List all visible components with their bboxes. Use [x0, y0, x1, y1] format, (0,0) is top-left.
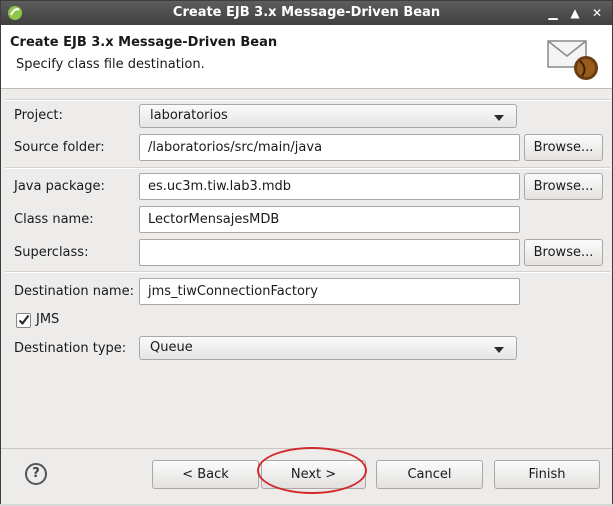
checkmark-icon: [18, 314, 30, 326]
chevron-down-icon: [494, 115, 504, 121]
title-bar[interactable]: Create EJB 3.x Message-Driven Bean ▁ ▲ ✕: [1, 1, 612, 25]
class-name-input[interactable]: LectorMensajesMDB: [139, 206, 520, 233]
project-label: Project:: [14, 108, 63, 123]
wizard-subtitle: Specify class file destination.: [16, 57, 205, 72]
jms-checkbox[interactable]: [16, 313, 31, 328]
project-value: laboratorios: [150, 108, 228, 123]
cancel-button[interactable]: Cancel: [376, 460, 483, 489]
source-folder-input[interactable]: /laboratorios/src/main/java: [139, 134, 520, 161]
java-package-browse-button[interactable]: Browse...: [524, 173, 603, 200]
source-folder-browse-button[interactable]: Browse...: [524, 134, 603, 161]
superclass-browse-button[interactable]: Browse...: [524, 239, 603, 266]
window-title: Create EJB 3.x Message-Driven Bean: [172, 5, 441, 20]
separator: [5, 167, 610, 169]
next-highlight-circle: [257, 447, 367, 494]
source-folder-label: Source folder:: [14, 140, 105, 155]
dialog-window: Create EJB 3.x Message-Driven Bean ▁ ▲ ✕…: [0, 0, 613, 506]
java-package-input[interactable]: es.uc3m.tiw.lab3.mdb: [139, 173, 520, 200]
superclass-label: Superclass:: [14, 245, 89, 260]
destination-type-value: Queue: [150, 340, 193, 355]
message-bean-icon: [547, 40, 598, 80]
destination-type-combo[interactable]: Queue: [139, 336, 517, 360]
destination-name-label: Destination name:: [14, 284, 134, 299]
java-package-label: Java package:: [14, 179, 105, 194]
jms-label[interactable]: JMS: [36, 312, 59, 327]
destination-type-label: Destination type:: [14, 341, 127, 356]
project-combo[interactable]: laboratorios: [139, 104, 517, 128]
help-icon[interactable]: ?: [25, 463, 47, 485]
close-icon[interactable]: ✕: [589, 5, 605, 21]
maximize-icon[interactable]: ▲: [567, 5, 583, 21]
form-area: Project: laboratorios Source folder: /la…: [5, 95, 610, 447]
class-name-label: Class name:: [14, 212, 94, 227]
wizard-title: Create EJB 3.x Message-Driven Bean: [10, 35, 278, 50]
separator: [5, 99, 610, 101]
separator: [5, 271, 610, 273]
superclass-input[interactable]: [139, 239, 520, 266]
back-button[interactable]: < Back: [152, 460, 259, 489]
minimize-icon[interactable]: ▁: [545, 5, 561, 21]
destination-name-input[interactable]: jms_tiwConnectionFactory: [139, 278, 520, 305]
chevron-down-icon: [494, 347, 504, 353]
finish-button[interactable]: Finish: [494, 460, 600, 489]
wizard-header: Create EJB 3.x Message-Driven Bean Speci…: [1, 25, 612, 89]
